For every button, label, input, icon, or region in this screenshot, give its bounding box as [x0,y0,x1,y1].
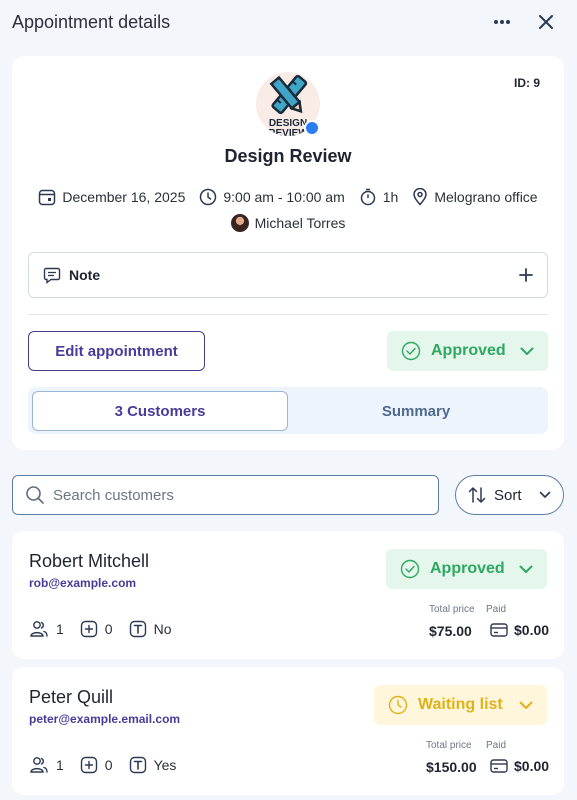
service-name: Design Review [224,146,352,166]
text-field-icon [129,756,146,774]
close-icon [539,15,553,29]
total-price: $150.00 [426,759,477,775]
total-price-label: Total price [426,740,472,751]
customer-card: Robert Mitchell rob@example.com Approved… [12,531,564,659]
text-field-icon [129,620,146,638]
logo-text-line2: REVIEW [268,128,308,136]
extras-count: 0 [104,757,113,773]
chevron-down-icon [519,565,533,573]
paid-label: Paid [486,604,507,615]
plus-box-icon [80,620,97,638]
appointment-date: December 16, 2025 [62,189,186,205]
paid-label: Paid [486,740,507,751]
note-icon [43,267,61,284]
extras-stat: 0 [80,620,113,638]
persons-stat: 1 [29,755,64,775]
appointment-id: ID: 9 [513,76,540,90]
chevron-down-icon [539,491,551,498]
more-options-button[interactable] [488,10,516,34]
customer-status-dropdown[interactable]: Waiting list [374,685,547,725]
paid-amount-row: $0.00 [490,758,549,774]
tab-customers[interactable]: 3 Customers [32,391,288,431]
search-input[interactable] [53,486,393,504]
panel-header: Appointment details [0,0,577,46]
clock-icon [200,188,217,206]
card-icon [490,759,508,773]
customer-stats: 1 0 No [29,619,172,639]
more-horizontal-icon [494,20,510,24]
customer-status-dropdown[interactable]: Approved [386,549,547,589]
appointment-card: ID: 9 DESIGN REVIEW Design Review Decemb… [12,56,564,450]
total-price-label: Total price [429,604,475,615]
time-item: 9:00 am - 10:00 am [199,188,345,206]
close-button[interactable] [534,10,558,34]
date-item: December 16, 2025 [38,188,185,206]
customer-name: Peter Quill [29,687,114,707]
note-toggle[interactable]: Note [28,252,548,298]
appointment-time: 9:00 am - 10:00 am [223,189,345,205]
appointment-status-label: Approved [431,342,506,359]
note-label: Note [69,267,101,283]
total-price: $75.00 [429,623,472,639]
extras-stat: 0 [80,756,113,774]
clock-icon [388,695,408,715]
tab-summary[interactable]: Summary [288,391,544,431]
duration-item: 1h [359,188,399,206]
employee-avatar [230,214,249,232]
chevron-down-icon [519,701,533,709]
edit-appointment-button[interactable]: Edit appointment [28,331,205,371]
status-indicator-dot [304,120,320,136]
tab-bar: 3 Customers Summary [28,387,548,434]
divider [28,314,548,315]
card-icon [490,623,508,637]
paid-amount: $0.00 [514,622,550,638]
persons-icon [30,621,48,637]
customer-stats: 1 0 Yes [29,755,176,775]
appointment-meta: December 16, 2025 9:00 am - 10:00 am 1h … [12,188,564,206]
appointment-duration: 1h [382,189,399,205]
appointment-location: Melograno office [434,189,538,205]
extras-count: 0 [104,621,113,637]
employee-row: Michael Torres [12,214,564,232]
persons-count: 1 [56,757,64,773]
stopwatch-icon [360,188,376,206]
custom-field-stat: Yes [129,756,177,774]
location-item: Melograno office [412,188,538,206]
persons-icon [30,757,48,773]
employee-name: Michael Torres [254,215,346,231]
chevron-down-icon [520,347,534,355]
page-title: Appointment details [12,12,171,32]
customer-name: Robert Mitchell [29,551,150,571]
custom-field-value: Yes [153,757,177,773]
custom-field-value: No [153,621,172,637]
sort-icon [468,487,486,503]
sort-button[interactable]: Sort [455,475,564,515]
custom-field-stat: No [129,620,172,638]
appointment-status-dropdown[interactable]: Approved [387,331,548,371]
location-pin-icon [413,188,428,206]
search-box [12,475,439,515]
check-circle-icon [400,559,420,579]
plus-icon [519,268,533,282]
paid-amount: $0.00 [514,758,550,774]
customer-email[interactable]: rob@example.com [29,576,136,590]
paid-amount-row: $0.00 [490,622,549,638]
search-icon [26,486,44,504]
customer-status-label: Waiting list [418,696,503,713]
service-logo: DESIGN REVIEW [256,72,320,136]
customer-status-label: Approved [430,560,505,577]
persons-count: 1 [56,621,64,637]
customer-card: Peter Quill peter@example.email.com Wait… [12,667,564,795]
persons-stat: 1 [29,619,64,639]
customer-email[interactable]: peter@example.email.com [29,712,180,726]
sort-label: Sort [494,486,522,504]
check-circle-icon [401,341,421,361]
plus-box-icon [80,756,97,774]
calendar-icon [39,189,56,206]
